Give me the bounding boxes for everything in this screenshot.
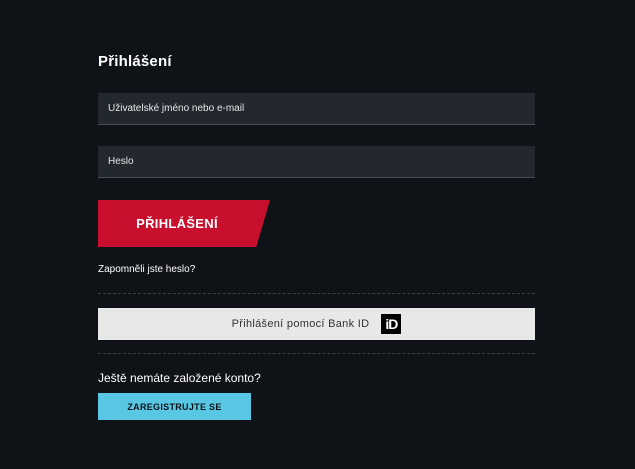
no-account-prompt: Ještě nemáte založené konto? [98, 371, 261, 385]
forgot-password-link[interactable]: Zapomněli jste heslo? [98, 264, 195, 275]
login-button-label: PŘIHLÁŠENÍ [136, 216, 218, 231]
bankid-button-label: Přihlášení pomocí Bank ID [231, 318, 370, 330]
register-button-label: ZAREGISTRUJTE SE [127, 401, 222, 412]
page-title: Přihlášení [98, 53, 172, 70]
login-page: Přihlášení PŘIHLÁŠENÍ Zapomněli jste hes… [0, 0, 635, 469]
password-input[interactable] [98, 146, 535, 178]
divider [98, 353, 535, 354]
bankid-login-button[interactable]: Přihlášení pomocí Bank ID iD [98, 308, 535, 340]
login-button[interactable]: PŘIHLÁŠENÍ [98, 200, 270, 247]
register-button[interactable]: ZAREGISTRUJTE SE [98, 393, 251, 420]
bankid-logo-icon: iD [381, 314, 402, 334]
divider [98, 293, 535, 294]
username-input[interactable] [98, 93, 535, 125]
